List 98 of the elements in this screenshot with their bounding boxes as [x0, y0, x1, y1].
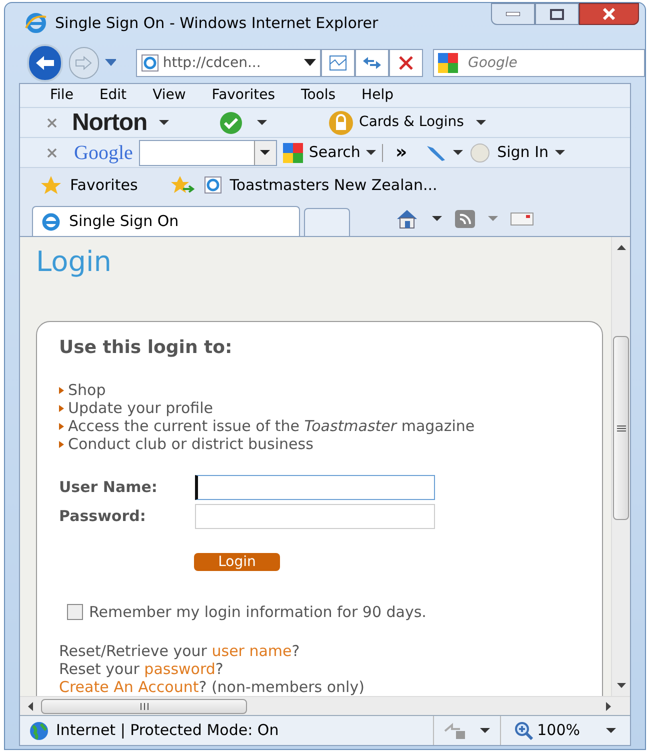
dropdown-caret-icon [606, 728, 616, 734]
input-field[interactable] [195, 475, 435, 500]
dropdown-caret-icon [453, 150, 464, 156]
add-favorite-icon[interactable] [170, 175, 196, 195]
page-icon [204, 176, 222, 194]
remember-label[interactable]: Remember my login information for 90 days. [89, 601, 426, 624]
menu-item[interactable]: Tools [301, 85, 336, 106]
grip-lines-icon [140, 702, 148, 710]
search-field[interactable]: Google [433, 49, 646, 77]
maximize-button[interactable] [535, 3, 579, 25]
browser-logo-icon [41, 212, 61, 232]
google-logo: Google [74, 140, 133, 166]
globe-icon [28, 720, 50, 740]
menu-item[interactable]: Edit [99, 85, 127, 106]
envelope-icon[interactable] [510, 211, 534, 227]
window-title: Single Sign On - Windows Internet Explorer [55, 12, 380, 34]
favorite-link[interactable]: Toastmasters New Zealan... [204, 174, 438, 196]
help-text: Reset/Retrieve your user name? [59, 642, 301, 660]
bullet-item: Shop [68, 381, 106, 399]
browser-logo-icon [25, 12, 47, 34]
address-field[interactable]: http://cdcen... [136, 49, 322, 77]
vertical-scrollbar[interactable] [611, 237, 630, 696]
stop-button[interactable] [389, 49, 424, 77]
favorites-button[interactable]: Favorites [70, 174, 138, 196]
field-label: Password: [59, 506, 147, 528]
close-icon [602, 8, 616, 20]
menu-item[interactable]: Favorites [212, 85, 276, 106]
bullet-arrow-icon [59, 422, 64, 430]
bullet-arrow-icon [59, 404, 64, 412]
remember-checkbox[interactable] [67, 604, 83, 620]
bullet-arrow-icon [59, 386, 64, 394]
field-label: User Name: [59, 477, 158, 498]
back-arrow-icon [34, 54, 56, 72]
dropdown-caret-icon [304, 59, 316, 67]
horizontal-scrollbar[interactable] [20, 696, 630, 715]
scroll-down-icon [616, 683, 626, 688]
search-combo-field[interactable] [138, 140, 277, 166]
feed-icon[interactable] [454, 209, 476, 229]
bullet-item: Access the current issue of the Toastmaster magazine [68, 417, 475, 435]
star-icon [40, 175, 62, 195]
bullet-item: Update your profile [68, 399, 213, 417]
bullet-item: Conduct club or district business [68, 435, 314, 453]
refresh-button[interactable] [355, 49, 390, 77]
zoom-level-button[interactable]: 100% [537, 719, 580, 742]
dropdown-caret-icon [432, 216, 442, 222]
compatibility-button[interactable] [321, 49, 356, 77]
zoom-icon [515, 722, 534, 740]
bullet-arrow-icon [59, 440, 64, 448]
dropdown-caret-icon [366, 150, 376, 156]
stop-x-icon [399, 56, 414, 70]
dropdown-caret-icon [554, 150, 564, 156]
dropdown-caret-icon [488, 216, 498, 222]
dropdown-caret-icon [257, 120, 268, 126]
scroll-right-icon [606, 702, 611, 710]
dropdown-caret-icon [159, 120, 170, 126]
help-text: Reset your password? [59, 660, 224, 678]
close-icon [47, 118, 57, 128]
minimize-icon [506, 12, 520, 16]
dropdown-caret-icon [104, 59, 116, 67]
page-icon [140, 54, 159, 72]
refresh-arrows-icon [362, 56, 382, 70]
norton-menu[interactable]: Norton [72, 104, 148, 140]
search-input[interactable]: Google [468, 52, 640, 74]
security-zone-text: Internet | Protected Mode: On [56, 720, 280, 742]
new-tab-button[interactable] [304, 208, 350, 236]
sign-in-button[interactable]: Sign In [497, 141, 548, 164]
dropdown-caret-icon [476, 120, 486, 126]
help-text: Create An Account? (non-members only) [59, 678, 366, 696]
address-text: http://cdcen... [162, 54, 262, 72]
scroll-thumb[interactable] [41, 698, 247, 714]
cards-and-logins-menu[interactable]: Cards & Logins [359, 112, 464, 133]
search-provider-icon [438, 53, 460, 73]
forward-button[interactable] [68, 47, 99, 79]
minimize-button[interactable] [491, 3, 535, 25]
search-button[interactable]: Search [308, 141, 360, 164]
dropdown-caret-icon [480, 728, 490, 734]
scroll-left-icon [28, 702, 33, 710]
input-field[interactable] [195, 504, 435, 529]
back-button[interactable] [27, 44, 63, 82]
card-title: Use this login to: [59, 336, 234, 360]
menu-item[interactable]: File [50, 85, 74, 106]
dropdown-caret-icon [260, 150, 270, 156]
scroll-up-icon [616, 245, 626, 250]
profile-circle-icon [469, 142, 492, 162]
scroll-thumb[interactable] [613, 336, 629, 520]
forward-arrow-icon [74, 56, 93, 70]
menu-item[interactable]: View [152, 85, 186, 106]
page-heading: Login [36, 244, 113, 280]
close-icon [47, 148, 57, 158]
more-button[interactable]: » [382, 144, 408, 162]
tab[interactable]: Single Sign On [32, 206, 300, 236]
close-button[interactable] [579, 3, 639, 25]
padlock-icon [327, 110, 356, 136]
menu-item[interactable]: Help [362, 85, 394, 106]
grip-lines-icon [616, 424, 626, 432]
login-button[interactable]: Login [194, 553, 280, 571]
maximize-icon [550, 8, 564, 20]
search-provider-icon [282, 142, 303, 162]
